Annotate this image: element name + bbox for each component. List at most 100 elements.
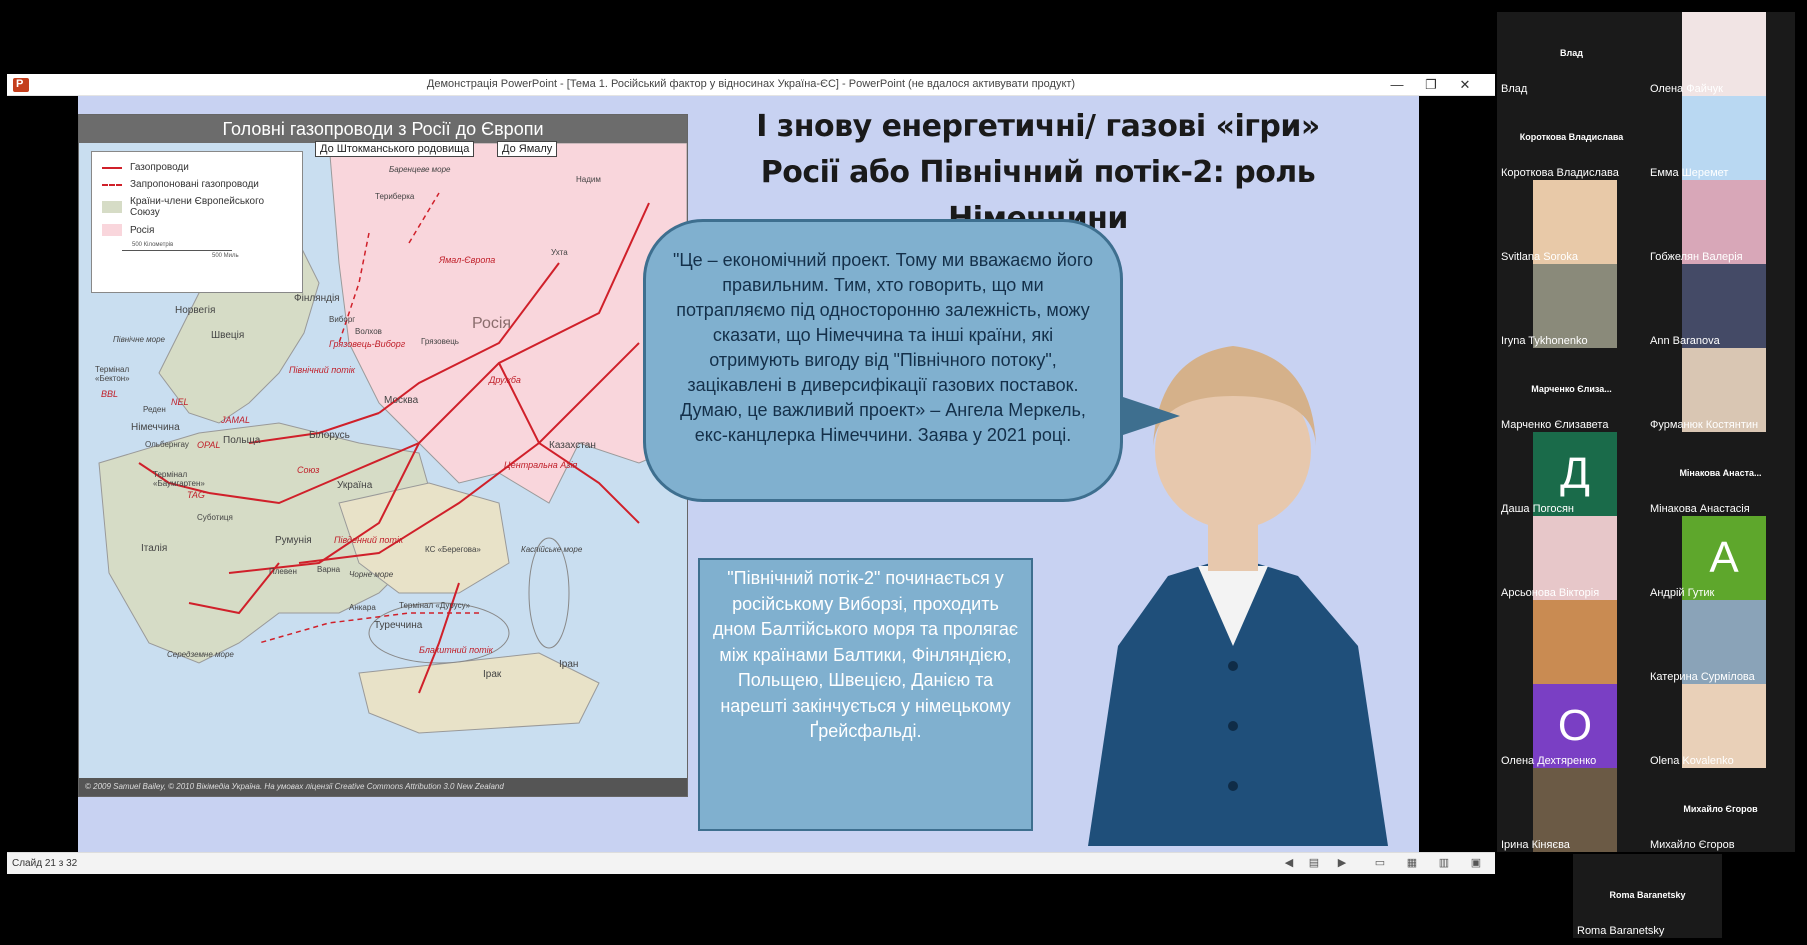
label-barents: Баренцеве море — [389, 165, 451, 174]
participant-video — [1533, 600, 1617, 684]
participant-tile[interactable]: Д Даша Погосян — [1497, 432, 1646, 516]
proposed-swatch — [102, 183, 122, 186]
participant-tile[interactable]: Olena Kovalenko — [1646, 684, 1795, 768]
participant-tile[interactable]: Короткова Владислава Короткова Владислава — [1497, 96, 1646, 180]
participant-tile[interactable]: Емма Шеремет — [1646, 96, 1795, 180]
notes-icon[interactable]: ▤ — [1307, 857, 1321, 869]
participant-name: Ірина Кіняєва — [1501, 839, 1570, 851]
slide[interactable]: Головні газопроводи з Росії до Європи До… — [78, 96, 1419, 852]
label-russia: Росія — [472, 315, 512, 332]
label-reden: Реден — [143, 405, 166, 414]
label-varna: Варна — [317, 565, 341, 574]
participant-name: Фурманюк Костянтин — [1650, 419, 1759, 431]
participant-name: Арсьонова Вікторія — [1501, 587, 1600, 599]
participant-name: Марченко Єлизавета — [1501, 419, 1609, 431]
label-beregovaya: КС «Берегова» — [425, 545, 481, 554]
slide-sorter-icon[interactable]: ▦ — [1405, 857, 1419, 869]
pipeline-map: Головні газопроводи з Росії до Європи До… — [78, 114, 688, 797]
label-bacton: Термінал «Бектон» — [95, 365, 130, 383]
participant-tile[interactable]: О Олена Дехтяренко — [1497, 684, 1646, 768]
pipe-south-stream: Південний потік — [334, 535, 404, 545]
label-baumgarten: Термінал «Баумгартен» — [153, 470, 205, 488]
participant-name: Iryna Tykhonenko — [1501, 335, 1588, 347]
pipe-druzhba: Дружба — [489, 375, 521, 385]
label-black-sea: Чорне море — [349, 570, 394, 579]
participant-header: Мінакова Анаста... — [1679, 468, 1762, 478]
slideshow-icon[interactable]: ▣ — [1469, 857, 1483, 869]
normal-view-icon[interactable]: ▭ — [1373, 857, 1387, 869]
legend-russia: Росія — [102, 224, 292, 236]
legend-pipelines: Газопроводи — [102, 162, 292, 173]
label-iran: Іран — [559, 659, 579, 670]
slide-counter: Слайд 21 з 32 — [12, 858, 78, 869]
label-caspian: Каспійське море — [521, 545, 583, 554]
participant-tile[interactable]: А Андрій Гутик — [1646, 516, 1795, 600]
label-durusu: Термінал «Дурусу» — [399, 601, 471, 610]
label-germany: Німеччина — [131, 422, 180, 433]
label-north-sea: Північне море — [113, 335, 165, 344]
participant-tile[interactable]: Ann Baranova — [1646, 264, 1795, 348]
label-subotica: Суботиця — [197, 513, 233, 522]
pipe-jamal: JAMAL — [221, 415, 251, 425]
participant-tile[interactable]: Михайло Єгоров Михайло Єгоров — [1646, 768, 1795, 852]
callout-shtokman: До Штокманського родовища — [315, 141, 475, 157]
speech-bubble-tail — [1120, 396, 1180, 436]
next-slide-icon[interactable]: ▶ — [1335, 857, 1349, 869]
restore-button[interactable]: ❐ — [1414, 74, 1448, 96]
participant-name: Михайло Єгоров — [1650, 839, 1735, 851]
label-teriberka: Териберка — [375, 192, 415, 201]
label-iraq: Ірак — [483, 669, 502, 680]
label-romania: Румунія — [275, 535, 312, 546]
powerpoint-window: Демонстрація PowerPoint - [Тема 1. Росій… — [7, 74, 1495, 874]
label-ukraine: Україна — [337, 480, 373, 491]
participant-tile[interactable] — [1497, 600, 1646, 684]
participant-tile[interactable]: Олена Файчук — [1646, 12, 1795, 96]
label-norway: Норвегія — [175, 305, 216, 316]
map-legend: Газопроводи Запропоновані газопроводи Кр… — [91, 151, 303, 293]
scale-mi: 500 Миль — [212, 253, 239, 259]
participant-tile[interactable]: Мінакова Анаста... Мінакова Анастасія — [1646, 432, 1795, 516]
participant-tile[interactable]: Марченко Єлиза... Марченко Єлизавета — [1497, 348, 1646, 432]
pipe-gryazovets-vyborg: Грязовець-Виборг — [329, 339, 406, 349]
pipe-north-stream: Північний потік — [289, 365, 355, 375]
participant-tile[interactable]: Влад Влад — [1497, 12, 1646, 96]
reading-view-icon[interactable]: ▥ — [1437, 857, 1451, 869]
screen: Демонстрація PowerPoint - [Тема 1. Росій… — [0, 0, 1807, 945]
participant-tile[interactable]: Катерина Сурмілова — [1646, 600, 1795, 684]
label-med: Середземне море — [167, 650, 234, 659]
participant-header: Марченко Єлиза... — [1531, 384, 1612, 394]
participant-tile[interactable]: Iryna Tykhonenko — [1497, 264, 1646, 348]
label-gryazovets: Грязовець — [421, 337, 459, 346]
prev-slide-icon[interactable]: ◀ — [1282, 857, 1296, 869]
participant-header: Влад — [1560, 48, 1583, 58]
pipe-yamal-europe: Ямал-Європа — [439, 255, 496, 265]
slide-area: Головні газопроводи з Росії до Європи До… — [7, 96, 1495, 852]
label-sweden: Швеція — [211, 330, 245, 341]
participant-name: Влад — [1501, 83, 1528, 95]
participant-tile[interactable]: Svitlana Soroka — [1497, 180, 1646, 264]
label-volkhov: Волхов — [355, 327, 382, 336]
close-button[interactable]: ✕ — [1448, 74, 1482, 96]
participant-tile[interactable]: Roma Baranetsky Roma Baranetsky — [1573, 854, 1722, 938]
label-ukhta: Ухта — [551, 248, 568, 257]
map-title: Головні газопроводи з Росії до Європи — [79, 115, 687, 143]
minimize-button[interactable]: — — [1380, 74, 1414, 96]
participant-tile[interactable]: Фурманюк Костянтин — [1646, 348, 1795, 432]
pipe-opal: OPAL — [197, 440, 221, 450]
participant-name: Мінакова Анастасія — [1650, 503, 1750, 515]
legend-label: Країни-члени Європейського Союзу — [130, 196, 265, 218]
participant-header: Roma Baranetsky — [1609, 890, 1686, 900]
participant-name: Даша Погосян — [1501, 503, 1575, 515]
participant-tile[interactable]: Арсьонова Вікторія — [1497, 516, 1646, 600]
quote-bubble: "Це – економічний проект. Тому ми вважає… — [643, 219, 1123, 502]
scale-km: 500 Кілометрів — [132, 242, 174, 248]
map-copyright: © 2009 Samuel Bailey, © 2010 Вікімедіа У… — [79, 778, 687, 796]
label-finland: Фінляндія — [294, 293, 340, 304]
participant-name: Олена Файчук — [1650, 83, 1723, 95]
participant-tile[interactable]: Гобжелян Валерія — [1646, 180, 1795, 264]
participant-tile[interactable]: Ірина Кіняєва — [1497, 768, 1646, 852]
participant-name: Svitlana Soroka — [1501, 251, 1579, 263]
label-belarus: Білорусь — [309, 430, 350, 441]
label-kazakhstan: Казахстан — [549, 440, 596, 451]
legend-eu: Країни-члени Європейського Союзу — [102, 196, 292, 218]
